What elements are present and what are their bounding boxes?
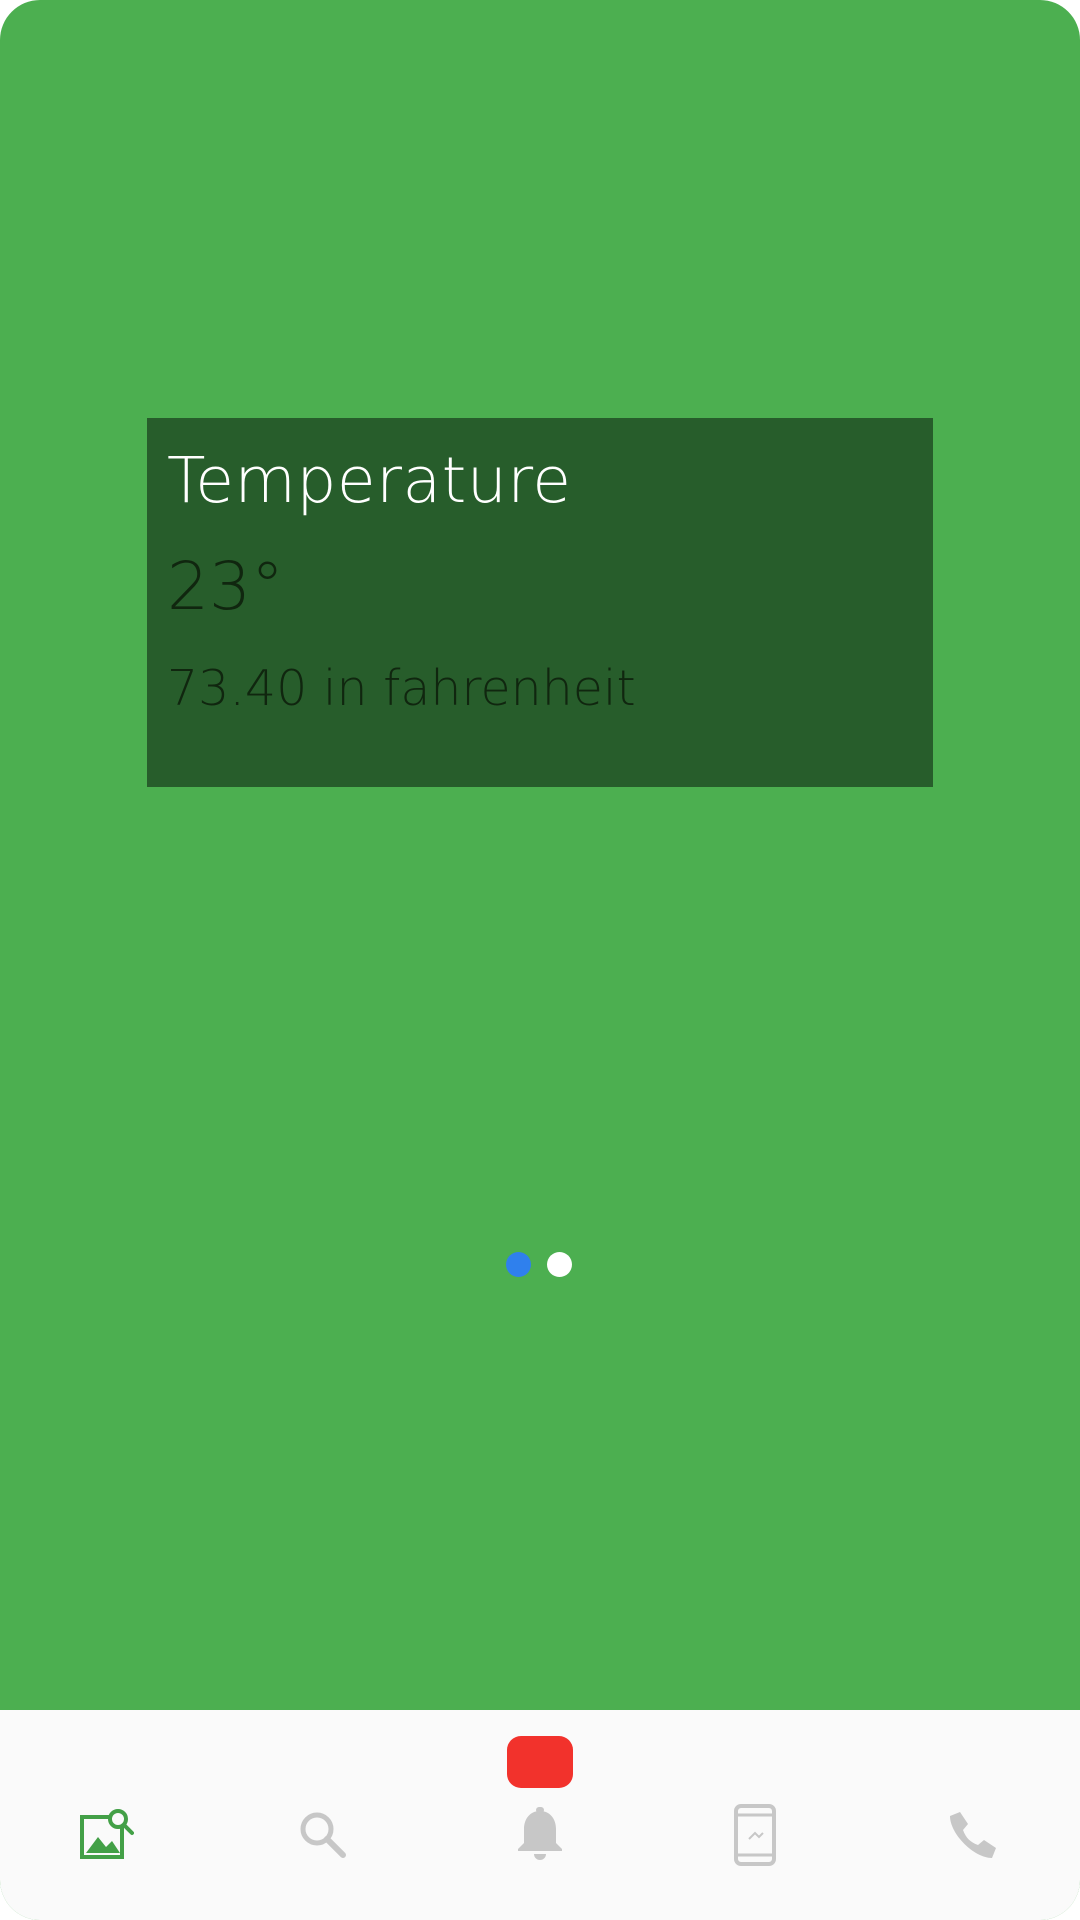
page-dot-2[interactable] bbox=[547, 1252, 572, 1277]
fahrenheit-value: 73.40 in fahrenheit bbox=[167, 659, 636, 717]
nav-image-search[interactable] bbox=[71, 1800, 141, 1870]
image-search-icon bbox=[80, 1809, 134, 1859]
app-screen: Temperature 23° 73.40 in fahrenheit bbox=[0, 0, 1080, 1920]
phone-device-icon bbox=[734, 1804, 776, 1866]
nav-notifications[interactable] bbox=[505, 1800, 575, 1870]
temperature-card: Temperature 23° 73.40 in fahrenheit bbox=[147, 418, 933, 787]
notification-badge[interactable] bbox=[507, 1736, 573, 1788]
card-title: Temperature bbox=[167, 444, 572, 517]
phone-call-icon bbox=[950, 1812, 996, 1858]
bell-icon bbox=[518, 1807, 562, 1860]
nav-device[interactable] bbox=[720, 1800, 790, 1870]
nav-search[interactable] bbox=[288, 1800, 358, 1870]
nav-call[interactable] bbox=[938, 1800, 1008, 1870]
page-dot-1[interactable] bbox=[506, 1252, 531, 1277]
temperature-value: 23° bbox=[167, 548, 284, 626]
search-icon bbox=[300, 1812, 346, 1858]
page-indicator bbox=[506, 1252, 572, 1277]
